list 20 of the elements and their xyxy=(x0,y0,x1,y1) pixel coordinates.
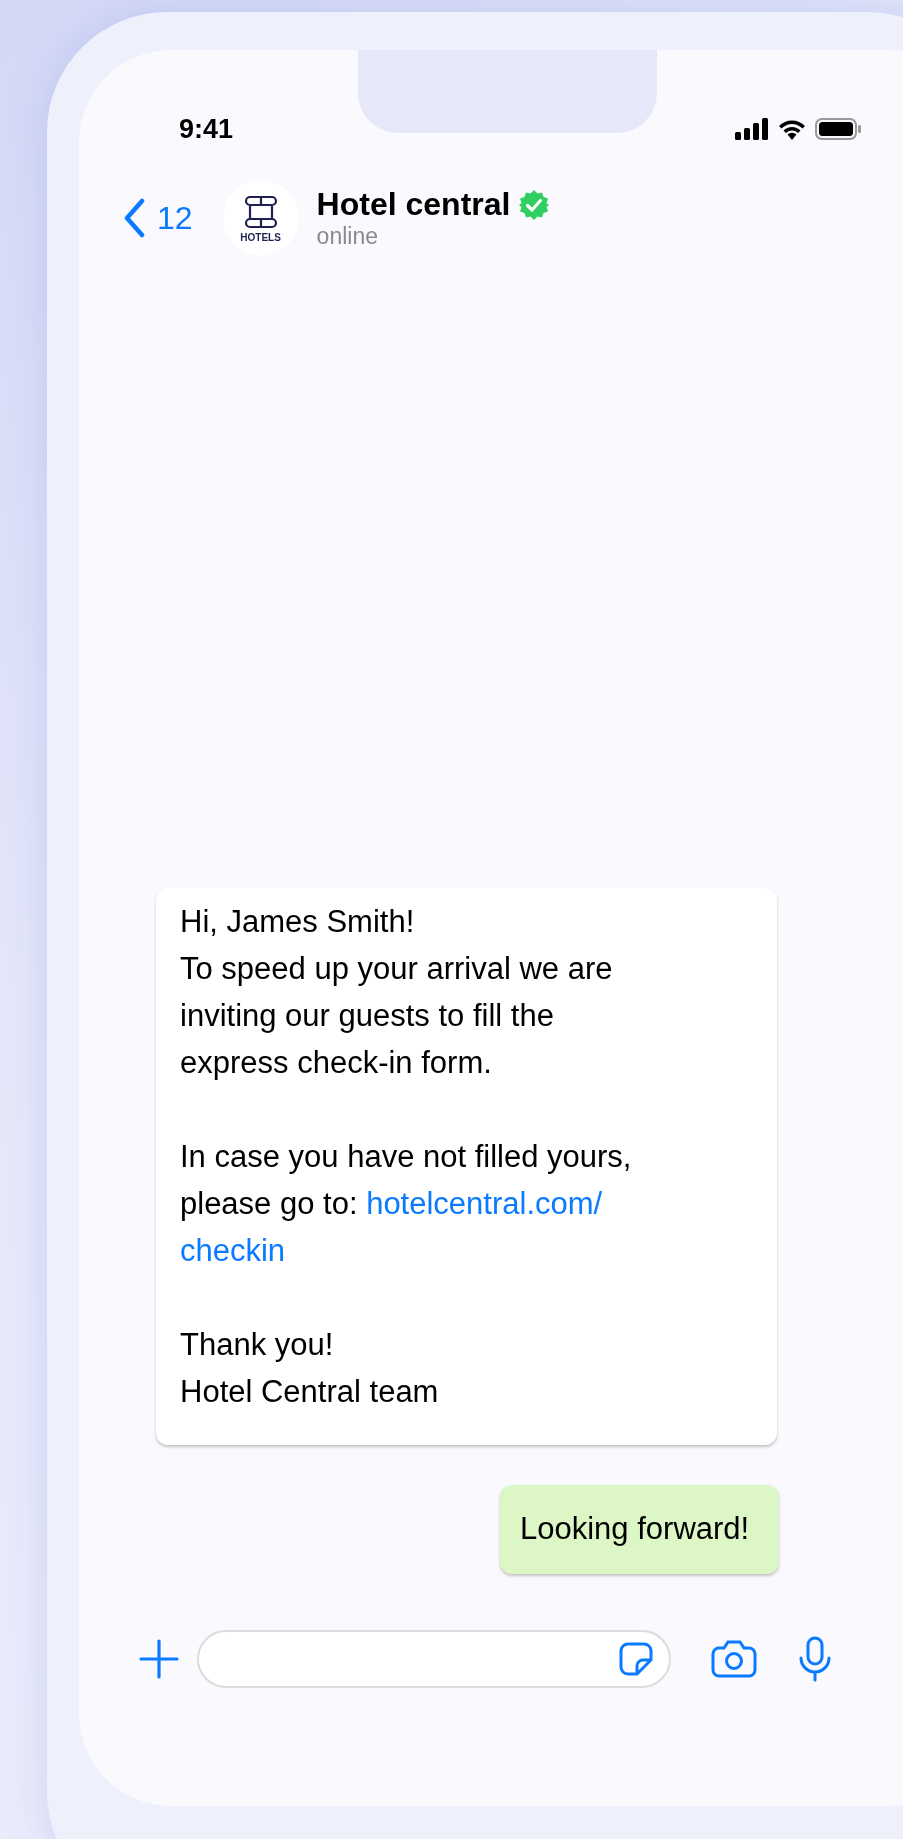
website-link[interactable]: checkin xyxy=(180,1233,286,1268)
plus-icon[interactable] xyxy=(139,1639,179,1679)
camera-icon[interactable] xyxy=(711,1640,757,1678)
presence-status: online xyxy=(316,223,379,250)
message-text: Thank you! Hotel Central team xyxy=(180,1326,440,1411)
wifi-icon xyxy=(777,118,807,140)
avatar-caption: HOTELS xyxy=(240,231,281,243)
chevron-left-icon xyxy=(123,198,145,238)
message-text: In case you have not filled yours, please go to: hotelcentral.com/ checkin xyxy=(180,1138,633,1270)
battery-icon xyxy=(815,118,861,140)
status-time: 9:41 xyxy=(179,113,234,145)
message-text: Looking forward! xyxy=(520,1510,750,1548)
website-link[interactable]: hotelcentral.com/ xyxy=(366,1186,603,1221)
signal-icon xyxy=(735,118,769,140)
message-text: Hi, James Smith! To speed up your arrival we are inviting our guests to fill the express check-in form. xyxy=(180,903,614,1082)
chat-title: Hotel central xyxy=(316,186,511,223)
microphone-icon[interactable] xyxy=(797,1636,833,1682)
hotel-logo-icon xyxy=(243,193,278,230)
back-button[interactable]: 12 xyxy=(123,198,193,238)
sticker-icon[interactable] xyxy=(619,1642,653,1676)
